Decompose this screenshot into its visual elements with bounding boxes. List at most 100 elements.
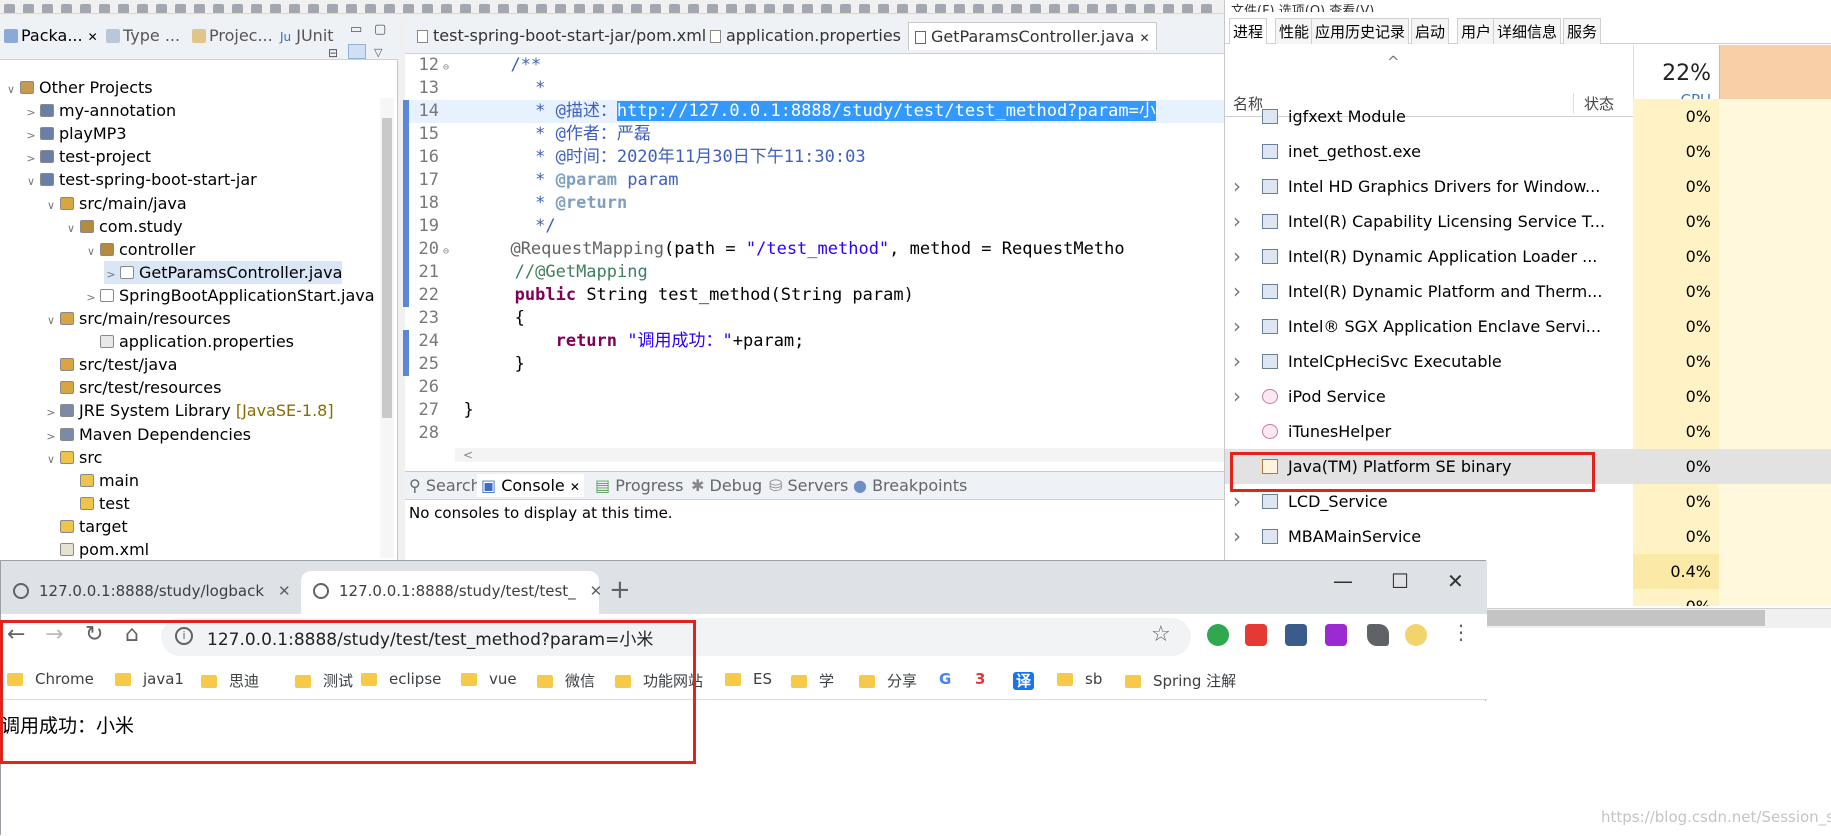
bookmark-folder[interactable]: 分享 <box>859 670 917 691</box>
toolbar-icon[interactable] <box>669 4 680 13</box>
toolbar-icon[interactable] <box>1106 4 1117 13</box>
editor-horizontal-scrollbar[interactable]: < <box>455 448 1224 462</box>
chevron-right-icon[interactable]: > <box>24 124 38 147</box>
tree-item[interactable]: > playMP3 <box>24 122 126 147</box>
process-row[interactable]: › Intel® SGX Application Enclave Servi...… <box>1225 309 1831 344</box>
tree-item[interactable]: application.properties <box>84 330 294 353</box>
toolbar-icon[interactable] <box>213 4 224 13</box>
toolbar-icon[interactable] <box>479 4 490 13</box>
chevron-down-icon[interactable]: ∨ <box>44 448 58 471</box>
toolbar-icon[interactable] <box>1201 4 1212 13</box>
bookmark-folder[interactable]: ES <box>725 670 772 688</box>
toolbar-icon[interactable] <box>821 4 832 13</box>
new-tab-button[interactable]: + <box>609 575 631 605</box>
toolbar-icon[interactable] <box>1068 4 1079 13</box>
tab-type-hierarchy[interactable]: Type ... <box>106 26 180 45</box>
toolbar-icon[interactable] <box>536 4 547 13</box>
toolbar-icon[interactable] <box>897 4 908 13</box>
process-row[interactable]: igfxext Module 0% <box>1225 99 1831 134</box>
tab-debug[interactable]: ✱ Debug <box>691 476 762 495</box>
toolbar-icon[interactable] <box>384 4 395 13</box>
toolbar-icon[interactable] <box>802 4 813 13</box>
toolbar-icon[interactable] <box>764 4 775 13</box>
tab-package-explorer[interactable]: Packa... ✕ <box>4 26 98 45</box>
chevron-down-icon[interactable]: ∨ <box>64 217 78 240</box>
task-manager-menu[interactable]: 文件(F) 选项(O) 查看(V) <box>1225 0 1831 12</box>
tab-breakpoints[interactable]: ● Breakpoints <box>853 476 967 495</box>
toolbar-icon[interactable] <box>498 4 509 13</box>
close-icon[interactable]: ✕ <box>88 30 98 44</box>
chevron-right-icon[interactable]: > <box>44 401 58 424</box>
toolbar-icon[interactable] <box>859 4 870 13</box>
chevron-right-icon[interactable]: › <box>1233 519 1241 554</box>
toolbar-icon[interactable] <box>555 4 566 13</box>
toolbar-icon[interactable] <box>232 4 243 13</box>
chevron-right-icon[interactable]: › <box>1233 169 1241 204</box>
toolbar-icon[interactable] <box>137 4 148 13</box>
tree-item[interactable]: ∨ Other Projects <box>4 76 153 99</box>
chevron-right-icon[interactable]: › <box>1233 239 1241 274</box>
toolbar-icon[interactable] <box>460 4 471 13</box>
chevron-right-icon[interactable]: › <box>1233 379 1241 414</box>
toolbar-icon[interactable] <box>327 4 338 13</box>
tab-pom-xml[interactable]: test-spring-boot-start-jar/pom.xml <box>417 26 706 45</box>
toolbar-icon[interactable] <box>745 4 756 13</box>
tab-startup[interactable]: 启动 <box>1411 18 1450 44</box>
tab-application-properties[interactable]: application.properties <box>710 26 901 45</box>
toolbar-icon[interactable] <box>365 4 376 13</box>
toolbar-icon[interactable] <box>783 4 794 13</box>
chevron-right-icon[interactable]: > <box>84 286 98 309</box>
toolbar-icon[interactable] <box>954 4 965 13</box>
toolbar-icon[interactable] <box>61 4 72 13</box>
tree-item[interactable]: ∨ com.study <box>64 215 183 238</box>
tab-app-history[interactable]: 应用历史记录 <box>1311 18 1410 44</box>
fold-icon[interactable]: ⊖ <box>443 62 449 73</box>
toolbar-icon[interactable] <box>1163 4 1174 13</box>
tree-item[interactable]: src/test/resources <box>44 376 221 399</box>
tab-console[interactable]: ▣ Console ✕ <box>477 474 584 497</box>
tree-item[interactable]: target <box>44 515 128 538</box>
chevron-right-icon[interactable]: › <box>1233 204 1241 239</box>
bookmark-site[interactable]: 3 <box>975 670 985 688</box>
toolbar-icon[interactable] <box>612 4 623 13</box>
tree-item[interactable]: > Maven Dependencies <box>44 423 251 446</box>
tab-getparamscontroller[interactable]: GetParamsController.java ✕ <box>908 22 1157 50</box>
toolbar-icon[interactable] <box>840 4 851 13</box>
tree-item[interactable]: ∨ src/main/java <box>44 192 187 215</box>
fold-icon[interactable]: ⊖ <box>443 246 449 257</box>
process-row[interactable]: › IntelCpHeciSvc Executable 0% <box>1225 344 1831 379</box>
tab-performance[interactable]: 性能 <box>1275 18 1314 44</box>
fe-extension-icon[interactable] <box>1245 624 1267 646</box>
toolbar-icon[interactable] <box>289 4 300 13</box>
tree-item[interactable]: > JRE System Library [JavaSE-1.8] <box>44 399 333 424</box>
rp-extension-icon[interactable] <box>1325 624 1347 646</box>
toolbar-icon[interactable] <box>992 4 1003 13</box>
bookmark-folder[interactable]: Spring 注解 <box>1125 670 1236 691</box>
toolbar-icon[interactable] <box>1030 4 1041 13</box>
tree-item[interactable]: ∨ src <box>44 446 102 469</box>
close-icon[interactable]: ✕ <box>590 582 603 600</box>
toolbar-icon[interactable] <box>916 4 927 13</box>
toolbar-icon[interactable] <box>251 4 262 13</box>
more-menu-icon[interactable]: ⋮ <box>1451 620 1471 644</box>
toolbar-icon[interactable] <box>1049 4 1060 13</box>
chevron-right-icon[interactable]: > <box>24 147 38 170</box>
bookmark-translate[interactable]: 译 <box>1013 670 1035 691</box>
avatar[interactable] <box>1405 624 1427 646</box>
toolbar-icon[interactable] <box>23 4 34 13</box>
browser-tab-logback[interactable]: 127.0.0.1:8888/study/logback ✕ <box>1 571 301 614</box>
chevron-down-icon[interactable]: ∨ <box>24 170 38 193</box>
process-row[interactable]: › Intel(R) Dynamic Application Loader ...… <box>1225 239 1831 274</box>
browser-tab-test-method[interactable]: 127.0.0.1:8888/study/test/test_ ✕ <box>301 571 602 614</box>
process-row[interactable]: › MBAMainService 0% <box>1225 519 1831 554</box>
toolbar-icon[interactable] <box>175 4 186 13</box>
tab-services[interactable]: 服务 <box>1563 18 1602 44</box>
toolbar-icon[interactable] <box>878 4 889 13</box>
process-row[interactable]: › Intel HD Graphics Drivers for Window...… <box>1225 169 1831 204</box>
tab-progress[interactable]: ▤ Progress <box>595 476 684 495</box>
minimize-view-icon[interactable]: ▭ <box>350 22 362 37</box>
maximize-button[interactable]: ☐ <box>1391 569 1409 593</box>
bookmark-star-icon[interactable]: ☆ <box>1151 622 1171 647</box>
chevron-right-icon[interactable]: › <box>1233 309 1241 344</box>
toolbar-icon[interactable] <box>631 4 642 13</box>
